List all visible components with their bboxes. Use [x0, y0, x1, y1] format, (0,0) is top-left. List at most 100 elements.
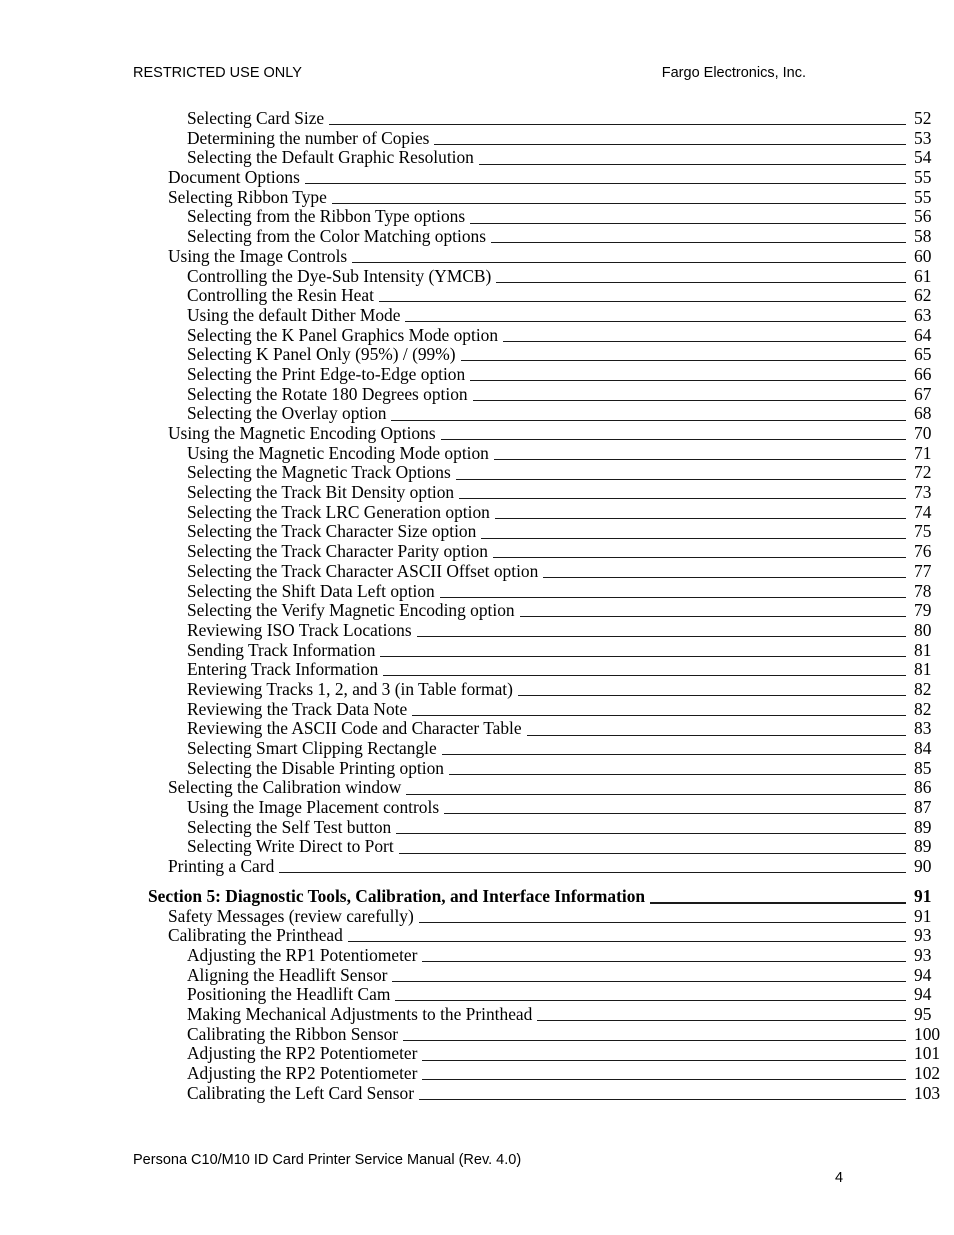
footer-page-number: 4 — [835, 1170, 844, 1186]
toc-entry-label: Using the Magnetic Encoding Mode option — [187, 442, 489, 463]
toc-leader-line — [543, 562, 906, 582]
toc-entry[interactable]: Sending Track Information 81 — [0, 639, 954, 661]
toc-leader-line — [503, 326, 906, 346]
toc-entry[interactable]: Adjusting the RP1 Potentiometer 93 — [0, 944, 954, 966]
toc-entry[interactable]: Printing a Card 90 — [0, 856, 954, 877]
toc-leader-line — [493, 444, 907, 464]
toc-entry-label: Selecting the Rotate 180 Degrees option — [187, 383, 468, 404]
toc-page-number: 54 — [914, 147, 932, 168]
toc-page-number: 82 — [914, 698, 932, 719]
toc-entry[interactable]: Calibrating the Left Card Sensor 103 — [0, 1083, 954, 1104]
toc-entry[interactable]: Selecting the Track Character ASCII Offs… — [0, 561, 954, 582]
toc-entry[interactable]: Aligning the Headlift Sensor 94 — [0, 965, 954, 986]
toc-page-number: 61 — [914, 265, 932, 286]
toc-entry[interactable]: Selecting the Track Character Parity opt… — [0, 541, 954, 562]
toc-page-number: 90 — [914, 856, 932, 877]
toc-entry[interactable]: Using the Image Controls 60 — [0, 245, 954, 267]
toc-entry[interactable]: Selecting the Print Edge-to-Edge option 6… — [0, 363, 954, 385]
toc-entry[interactable]: Selecting the Magnetic Track Options 72 — [0, 463, 954, 483]
toc-page-number: 89 — [914, 836, 932, 857]
toc-entry[interactable]: Selecting the Verify Magnetic Encoding o… — [0, 600, 954, 621]
toc-leader-line — [439, 582, 907, 602]
toc-entry[interactable]: Selecting K Panel Only (95%) / (99%) 65 — [0, 345, 954, 365]
toc-entry[interactable]: Using the Magnetic Encoding Mode option 7… — [0, 442, 954, 464]
toc-section-heading[interactable]: Section 5: Diagnostic Tools, Calibration… — [0, 886, 954, 907]
toc-entry-label: Selecting from the Color Matching option… — [187, 226, 486, 247]
toc-entry[interactable]: Calibrating the Ribbon Sensor 100 — [0, 1024, 954, 1045]
toc-entry[interactable]: Document Options 55 — [0, 167, 954, 188]
toc-entry[interactable]: Controlling the Resin Heat 62 — [0, 285, 954, 306]
toc-entry[interactable]: Using the Magnetic Encoding Options 70 — [0, 423, 954, 444]
toc-entry-label: Selecting the Print Edge-to-Edge option — [187, 363, 466, 384]
toc-entry[interactable]: Selecting Card Size 52 — [0, 108, 954, 129]
toc-entry[interactable]: Controlling the Dye-Sub Intensity (YMCB)… — [0, 265, 954, 287]
toc-entry[interactable]: Selecting the Shift Data Left option 78 — [0, 581, 954, 602]
toc-entry-label: Sending Track Information — [187, 639, 376, 660]
toc-leader-line — [422, 1064, 906, 1084]
toc-entry[interactable]: Reviewing ISO Track Locations 80 — [0, 620, 954, 641]
toc-entry[interactable]: Selecting the Rotate 180 Degrees option 6… — [0, 383, 954, 405]
toc-entry[interactable]: Selecting the Track LRC Generation optio… — [0, 502, 954, 523]
toc-page-number: 93 — [914, 925, 932, 946]
toc-entry[interactable]: Selecting the K Panel Graphics Mode opti… — [0, 324, 954, 346]
toc-entry[interactable]: Positioning the Headlift Cam 94 — [0, 985, 954, 1005]
running-header: RESTRICTED USE ONLY Fargo Electronics, I… — [133, 63, 806, 83]
toc-entry-label: Selecting the Default Graphic Resolution — [187, 147, 474, 168]
toc-page-number: 70 — [914, 423, 932, 443]
toc-entry[interactable]: Selecting the Track Character Size optio… — [0, 522, 954, 542]
toc-page-number: 94 — [914, 984, 932, 1005]
toc-page-number: 84 — [914, 738, 932, 758]
toc-entry[interactable]: Selecting the Default Graphic Resolution… — [0, 148, 954, 168]
toc-entry[interactable]: Selecting the Self Test button 89 — [0, 817, 954, 838]
toc-leader-line — [418, 907, 907, 927]
toc-entry[interactable]: Using the default Dither Mode 63 — [0, 304, 954, 326]
toc-leader-line — [378, 286, 907, 306]
toc-entry[interactable]: Selecting from the Color Matching option… — [0, 226, 954, 247]
toc-entry[interactable]: Safety Messages (review carefully) 91 — [0, 905, 954, 927]
toc-entry-label: Selecting Smart Clipping Rectangle — [187, 738, 437, 758]
toc-entry-label: Selecting the Calibration window — [168, 777, 402, 798]
toc-entry-label: Selecting the Disable Printing option — [187, 757, 444, 778]
toc-leader-line — [329, 109, 906, 129]
toc-entry-label: Reviewing the ASCII Code and Character T… — [187, 718, 522, 739]
toc-leader-line — [455, 463, 907, 483]
toc-leader-line — [383, 660, 906, 680]
toc-entry[interactable]: Selecting Smart Clipping Rectangle 84 — [0, 738, 954, 759]
toc-entry[interactable]: Reviewing the ASCII Code and Character T… — [0, 719, 954, 739]
toc-leader-line — [460, 345, 907, 365]
toc-entry[interactable]: Determining the number of Copies 53 — [0, 128, 954, 149]
toc-entry[interactable]: Selecting Write Direct to Port 89 — [0, 837, 954, 857]
toc-entry-label: Making Mechanical Adjustments to the Pri… — [187, 1003, 533, 1024]
toc-page-number: 63 — [914, 304, 932, 325]
toc-page-number: 60 — [914, 245, 932, 266]
toc-entry[interactable]: Selecting Ribbon Type 55 — [0, 187, 954, 208]
toc-entry[interactable]: Selecting the Track Bit Density option 73 — [0, 482, 954, 503]
toc-entry[interactable]: Selecting the Calibration window 86 — [0, 778, 954, 798]
toc-entry-label: Adjusting the RP2 Potentiometer — [187, 1043, 418, 1064]
toc-entry[interactable]: Adjusting the RP2 Potentiometer 102 — [0, 1063, 954, 1084]
toc-entry-label: Selecting the Overlay option — [187, 403, 387, 424]
toc-leader-line — [304, 168, 907, 188]
toc-entry-label: Controlling the Dye-Sub Intensity (YMCB) — [187, 265, 492, 286]
toc-entry-label: Adjusting the RP2 Potentiometer — [187, 1063, 418, 1083]
toc-entry[interactable]: Using the Image Placement controls 87 — [0, 797, 954, 818]
toc-entry[interactable]: Selecting the Disable Printing option 85 — [0, 757, 954, 779]
toc-entry[interactable]: Making Mechanical Adjustments to the Pri… — [0, 1003, 954, 1025]
toc-entry[interactable]: Adjusting the RP2 Potentiometer 101 — [0, 1044, 954, 1064]
toc-entry[interactable]: Entering Track Information 81 — [0, 660, 954, 680]
toc-leader-line — [519, 601, 907, 621]
toc-entry[interactable]: Calibrating the Printhead 93 — [0, 925, 954, 946]
toc-entry-label: Safety Messages (review carefully) — [168, 905, 414, 926]
toc-entry[interactable]: Selecting from the Ribbon Type options 56 — [0, 207, 954, 227]
toc-leader-line — [481, 522, 906, 542]
toc-entry-label: Selecting the K Panel Graphics Mode opti… — [187, 324, 499, 345]
toc-entry-label: Selecting from the Ribbon Type options — [187, 206, 466, 227]
toc-entry-label: Selecting Card Size — [187, 108, 325, 128]
toc-page-number: 93 — [914, 944, 932, 965]
toc-entry[interactable]: Reviewing the Track Data Note 82 — [0, 698, 954, 720]
toc-page-number: 102 — [914, 1063, 941, 1083]
toc-entry[interactable]: Selecting the Overlay option 68 — [0, 404, 954, 424]
toc-entry-label: Printing a Card — [168, 856, 275, 877]
toc-entry[interactable]: Reviewing Tracks 1, 2, and 3 (in Table f… — [0, 679, 954, 700]
toc-entry-label: Using the Image Controls — [168, 245, 348, 266]
